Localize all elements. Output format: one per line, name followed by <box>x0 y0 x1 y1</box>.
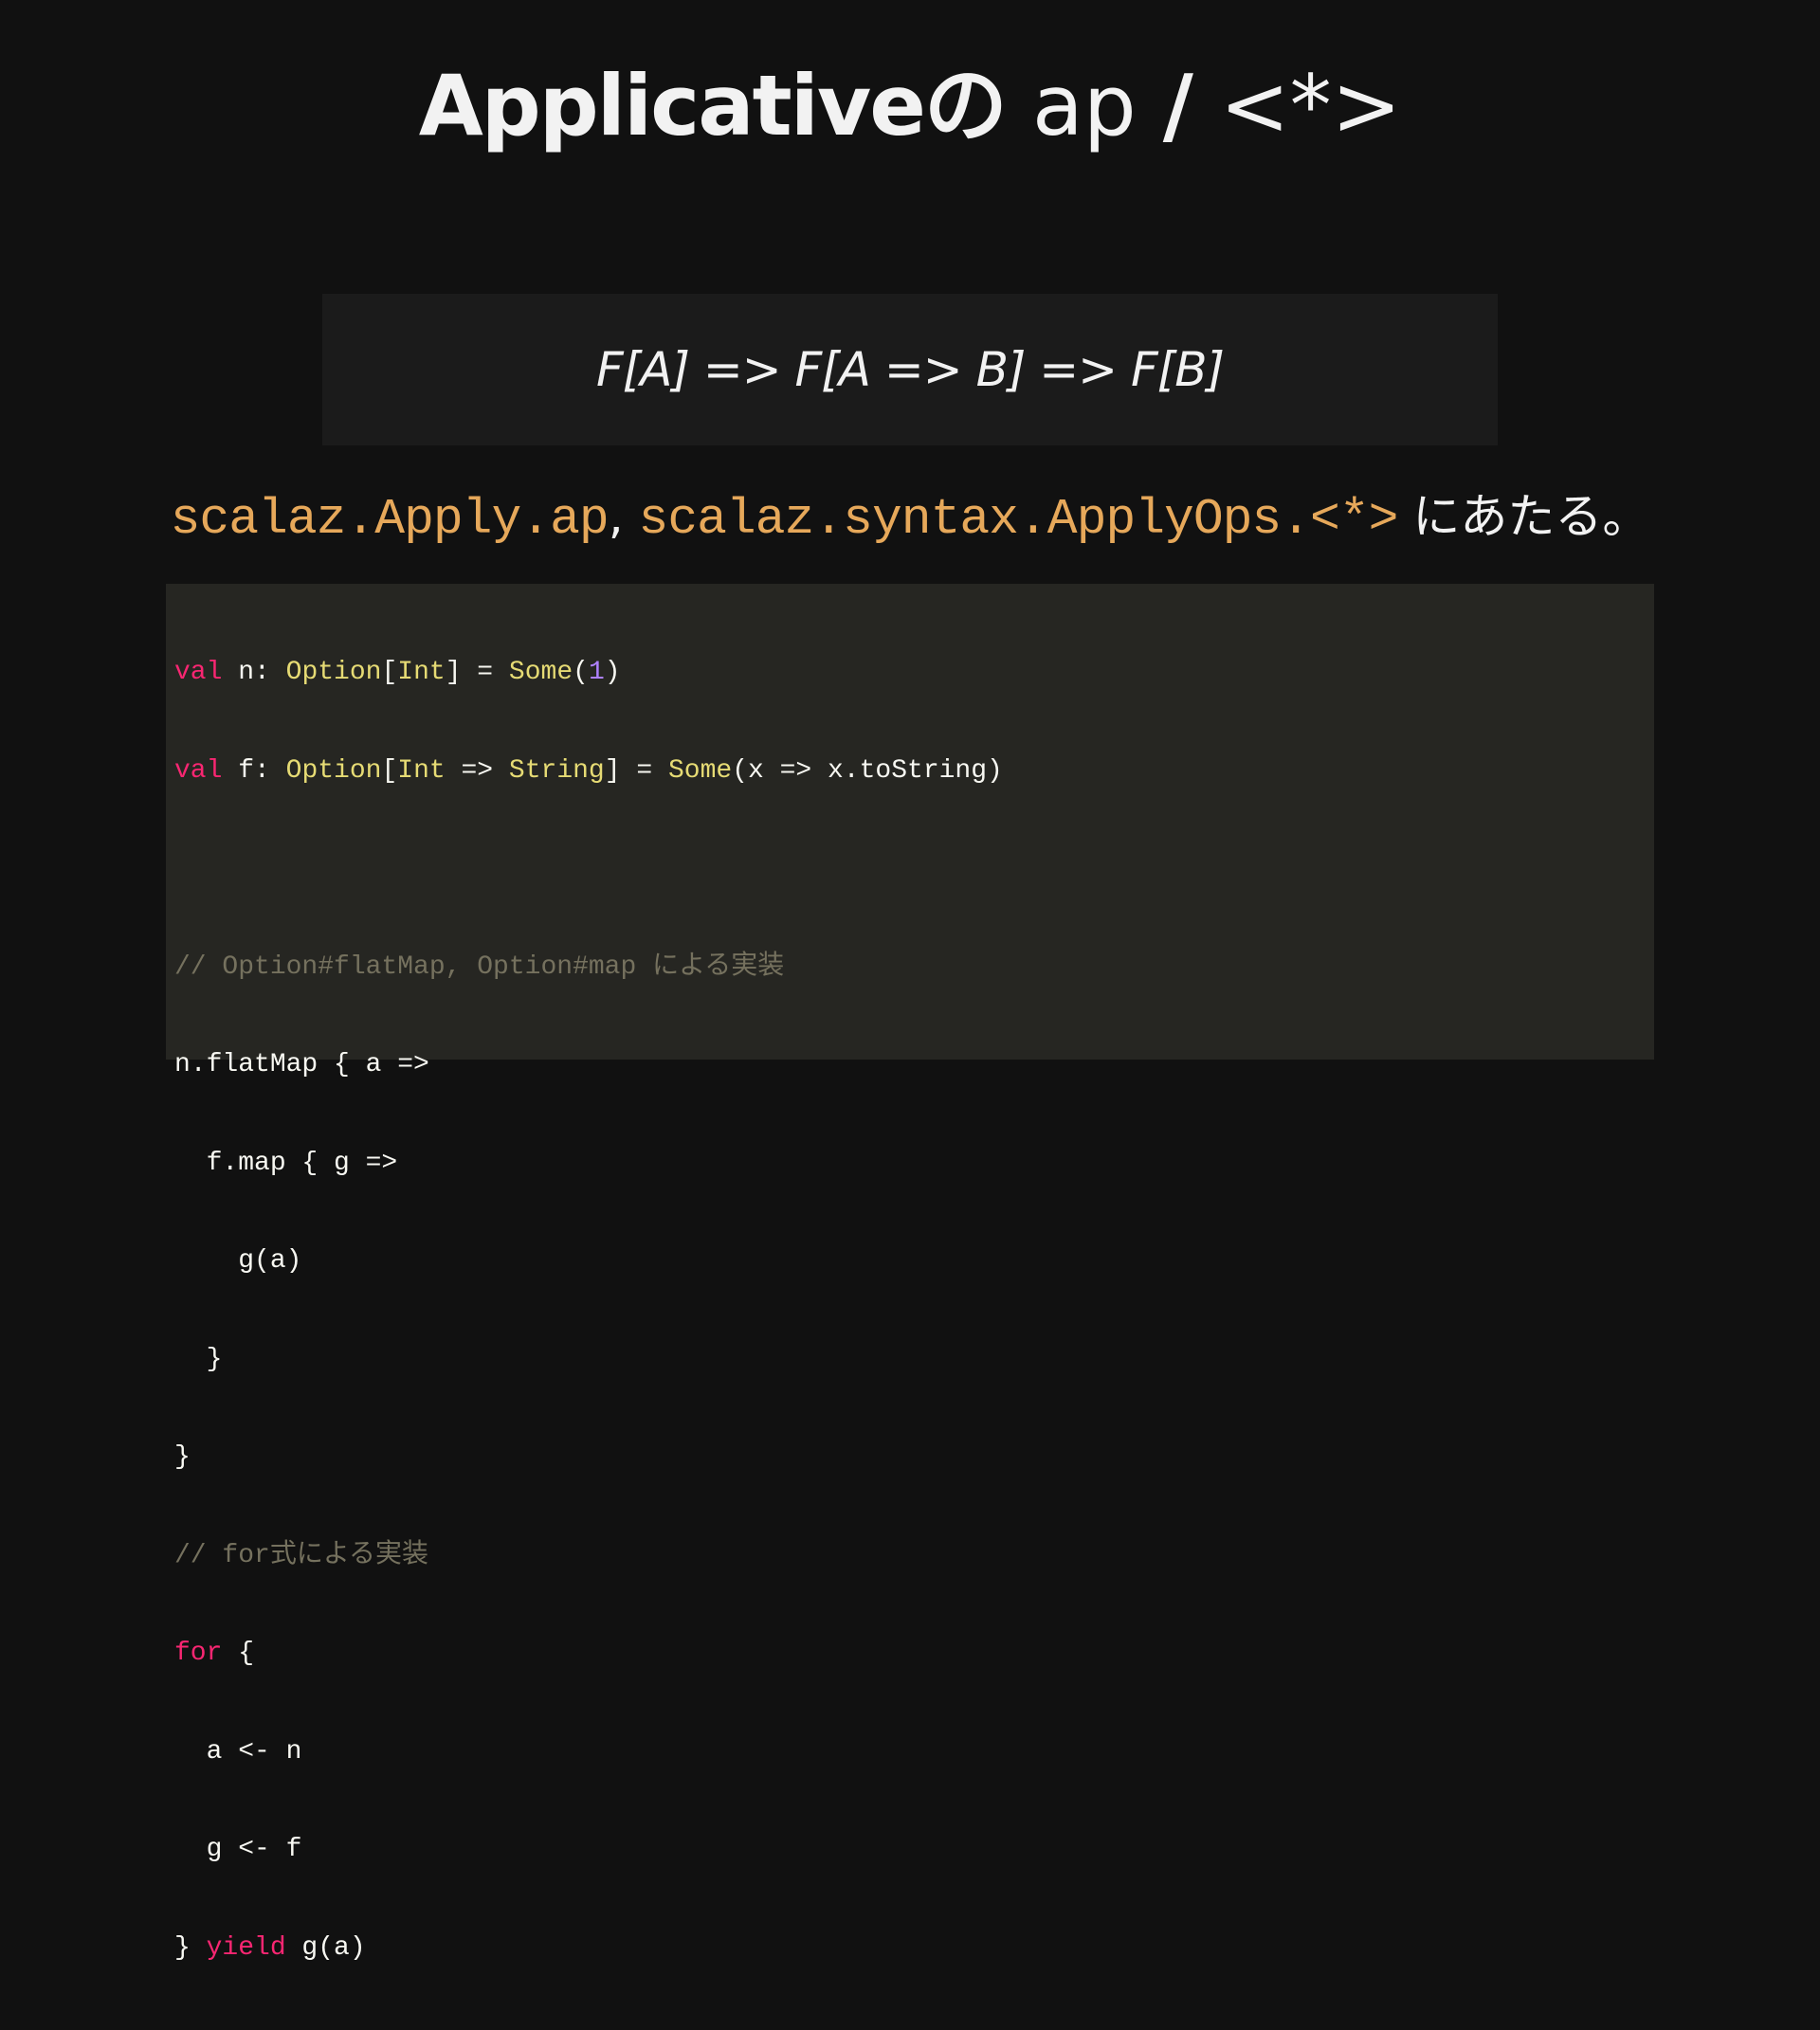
code-token: [ <box>381 658 398 687</box>
code-token: val <box>174 658 223 687</box>
code-line: g <- f <box>174 1834 1003 1867</box>
code-token: [ <box>381 755 398 786</box>
code-token: yield <box>206 1932 286 1963</box>
code-token: } <box>174 1932 207 1963</box>
code-token: Some <box>667 755 733 786</box>
code-token: f: <box>222 755 286 786</box>
code-token: } <box>174 1344 223 1374</box>
code-token: ) <box>604 658 621 687</box>
code-line: } <box>174 1441 1003 1475</box>
slide-title: Applicativeの ap / <*> <box>0 59 1820 154</box>
code-line: a <- n <box>174 1736 1003 1769</box>
code-token: } <box>174 1442 191 1472</box>
code-line: n.flatMap { a => <box>174 1049 1003 1082</box>
code-line: } <box>174 1344 1003 1377</box>
reference-applyops: scalaz.syntax.ApplyOps.<*> <box>638 491 1399 548</box>
code-token: => <box>445 755 509 786</box>
code-token: n.flatMap { a => <box>174 1050 429 1079</box>
code-line: } yield g(a) <box>174 1932 1003 1966</box>
type-signature-box: F[A] => F[A => B] => F[B] <box>322 294 1498 445</box>
description-line: scalaz.Apply.ap, scalaz.syntax.ApplyOps.… <box>0 483 1820 550</box>
code-token: a <- n <box>174 1736 302 1767</box>
code-token: // for式による実装 <box>174 1540 428 1570</box>
code-token: val <box>174 755 223 786</box>
code-line: f.map { g => <box>174 1148 1003 1181</box>
code-token: 1 <box>588 658 605 687</box>
title-operator: <*> <box>1219 57 1402 154</box>
code-token: ] = <box>604 755 668 786</box>
title-slash: / <box>1162 57 1193 154</box>
code-token: f.map { g => <box>174 1148 398 1178</box>
code-token: { <box>222 1639 255 1668</box>
code-token: Option <box>285 755 382 786</box>
code-token: Some <box>508 658 573 687</box>
code-line: val f: Option[Int => String] = Some(x =>… <box>174 755 1003 788</box>
code-block: val n: Option[Int] = Some(1) val f: Opti… <box>166 584 1654 1963</box>
title-applicative: Applicativeの <box>418 57 1008 154</box>
code-line: val n: Option[Int] = Some(1) <box>174 657 1003 690</box>
code-token: g(a) <box>285 1932 366 1963</box>
code-token: for <box>174 1639 223 1668</box>
type-signature: F[A] => F[A => B] => F[B] <box>595 342 1225 397</box>
title-ap: ap <box>1031 57 1137 154</box>
code-token: n: <box>222 658 286 687</box>
reference-apply-ap: scalaz.Apply.ap <box>170 491 610 548</box>
code-token: g(a) <box>174 1246 302 1276</box>
reference-separator: , <box>608 489 624 544</box>
code-line: // Option#flatMap, Option#map による実装 <box>174 952 1003 985</box>
code-line: g(a) <box>174 1245 1003 1278</box>
code-token: Int <box>397 658 446 687</box>
code-token: ] = <box>445 658 509 687</box>
code-token: String <box>508 755 605 786</box>
code-listing: val n: Option[Int] = Some(1) val f: Opti… <box>174 591 1003 2030</box>
code-line: for { <box>174 1638 1003 1671</box>
code-token: ( <box>573 658 589 687</box>
code-token: Option <box>285 658 382 687</box>
code-token: (x => x.toString) <box>732 755 1003 786</box>
code-token: // Option#flatMap, Option#map による実装 <box>174 952 785 982</box>
code-line: // for式による実装 <box>174 1540 1003 1573</box>
code-token: Int <box>397 755 446 786</box>
code-token: g <- f <box>174 1835 302 1864</box>
description-tail: にあたる。 <box>1412 489 1650 544</box>
